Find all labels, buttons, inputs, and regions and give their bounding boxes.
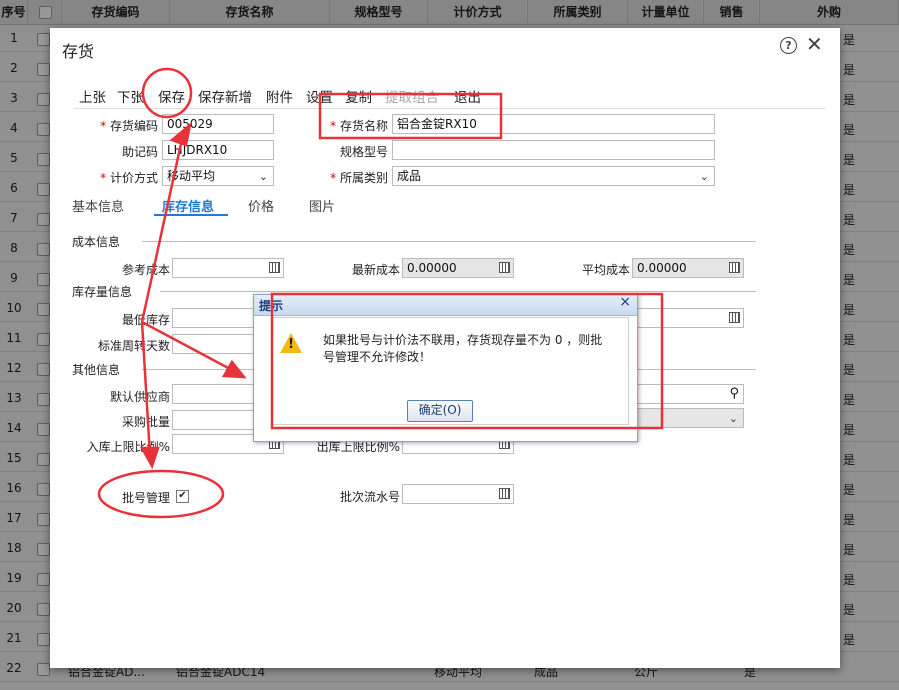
tab-stock-info[interactable]: 库存信息 — [162, 196, 214, 215]
max-stock-field[interactable] — [632, 308, 744, 328]
name-label: * 存货名称 — [330, 119, 388, 133]
batch-mgmt-checkbox[interactable]: ✔ — [176, 490, 189, 503]
name-field[interactable]: 铝合金锭RX10 — [392, 114, 715, 134]
ok-button[interactable]: 确定(O) — [407, 400, 473, 422]
alert-dialog: 提示 × ! 如果批号与计价法不联用，存货现存量不为 0 ，则批号管理不允许修改… — [253, 294, 638, 442]
supplier-label: 默认供应商 — [109, 390, 170, 404]
latest-cost-label: 最新成本 — [351, 263, 400, 277]
pricing-select[interactable]: 移动平均 ⌄ — [162, 166, 274, 186]
save-new-button[interactable]: 保存新增 — [198, 86, 252, 106]
warning-mark: ! — [288, 337, 294, 352]
calculator-icon[interactable] — [499, 262, 510, 273]
category-select[interactable]: 成品 ⌄ — [392, 166, 715, 186]
attachment-button[interactable]: 附件 — [266, 86, 293, 106]
chevron-down-icon: ⌄ — [728, 412, 738, 425]
settings-button[interactable]: 设置 — [306, 86, 333, 106]
tab-picture[interactable]: 图片 — [309, 196, 335, 215]
next-button[interactable]: 下张 — [117, 86, 144, 106]
stock-section-header: 库存量信息 — [72, 285, 133, 299]
close-icon[interactable]: ✕ — [806, 32, 823, 56]
other-section-header: 其他信息 — [72, 363, 121, 377]
search-icon[interactable]: ⚲ — [729, 385, 739, 403]
code-label: * 存货编码 — [100, 119, 158, 133]
tab-price[interactable]: 价格 — [248, 196, 274, 215]
active-tab-indicator — [154, 214, 228, 216]
tab-basic-info[interactable]: 基本信息 — [72, 196, 124, 215]
save-button[interactable]: 保存 — [158, 86, 185, 106]
stock-section-divider — [160, 291, 756, 292]
calculator-icon[interactable] — [729, 262, 740, 273]
toolbar-divider — [74, 108, 826, 109]
exit-button[interactable]: 退出 — [454, 86, 481, 106]
pricing-value: 移动平均 — [167, 169, 216, 183]
latest-cost-field: 0.00000 — [402, 258, 514, 278]
alert-body: ! 如果批号与计价法不联用，存货现存量不为 0 ，则批号管理不允许修改！ 确定(… — [272, 317, 629, 425]
inventory-dialog: 存货 ? ✕ 上张 下张 保存 保存新增 附件 设置 复制 提取组合 退出 * … — [50, 28, 840, 668]
chevron-down-icon: ⌄ — [258, 170, 268, 183]
serial-label: 批次流水号 — [339, 490, 400, 504]
cost-section-header: 成本信息 — [72, 235, 121, 249]
turnover-days-label: 标准周转天数 — [97, 339, 170, 353]
ref-cost-field[interactable] — [172, 258, 284, 278]
ref-cost-label: 参考成本 — [121, 263, 170, 277]
category-value: 成品 — [397, 169, 422, 183]
in-limit-label: 入库上限比例% — [86, 440, 170, 454]
extra-select[interactable]: ⌄ — [632, 408, 744, 428]
calculator-icon[interactable] — [729, 312, 740, 323]
serial-field[interactable] — [402, 484, 514, 504]
batch-mgmt-label: 批号管理 — [121, 491, 170, 505]
calculator-icon[interactable] — [269, 262, 280, 273]
mnemonic-label: 助记码 — [121, 145, 158, 159]
mnemonic-field[interactable]: LHJDRX10 — [162, 140, 274, 160]
avg-cost-label: 平均成本 — [581, 263, 630, 277]
category-label: * 所属类别 — [330, 171, 388, 185]
avg-cost-field: 0.00000 — [632, 258, 744, 278]
help-icon[interactable]: ? — [780, 37, 797, 54]
purchase-batch-label: 采购批量 — [121, 415, 170, 429]
code-field[interactable]: 005029 — [162, 114, 274, 134]
min-stock-label: 最低库存 — [121, 313, 170, 327]
alert-titlebar: 提示 × — [254, 294, 637, 316]
close-icon[interactable]: × — [619, 294, 631, 310]
alert-title: 提示 — [259, 299, 284, 313]
copy-button[interactable]: 复制 — [345, 86, 372, 106]
calculator-icon[interactable] — [499, 488, 510, 499]
pricing-label: * 计价方式 — [100, 171, 158, 185]
spec-field[interactable] — [392, 140, 715, 160]
alert-message: 如果批号与计价法不联用，存货现存量不为 0 ，则批号管理不允许修改！ — [323, 333, 603, 364]
chevron-down-icon: ⌄ — [699, 170, 709, 183]
dialog-title: 存货 — [62, 42, 95, 61]
spec-label: 规格型号 — [339, 145, 388, 159]
prev-button[interactable]: 上张 — [79, 86, 106, 106]
cost-section-divider — [142, 241, 756, 242]
extract-combo-button: 提取组合 — [385, 90, 439, 106]
